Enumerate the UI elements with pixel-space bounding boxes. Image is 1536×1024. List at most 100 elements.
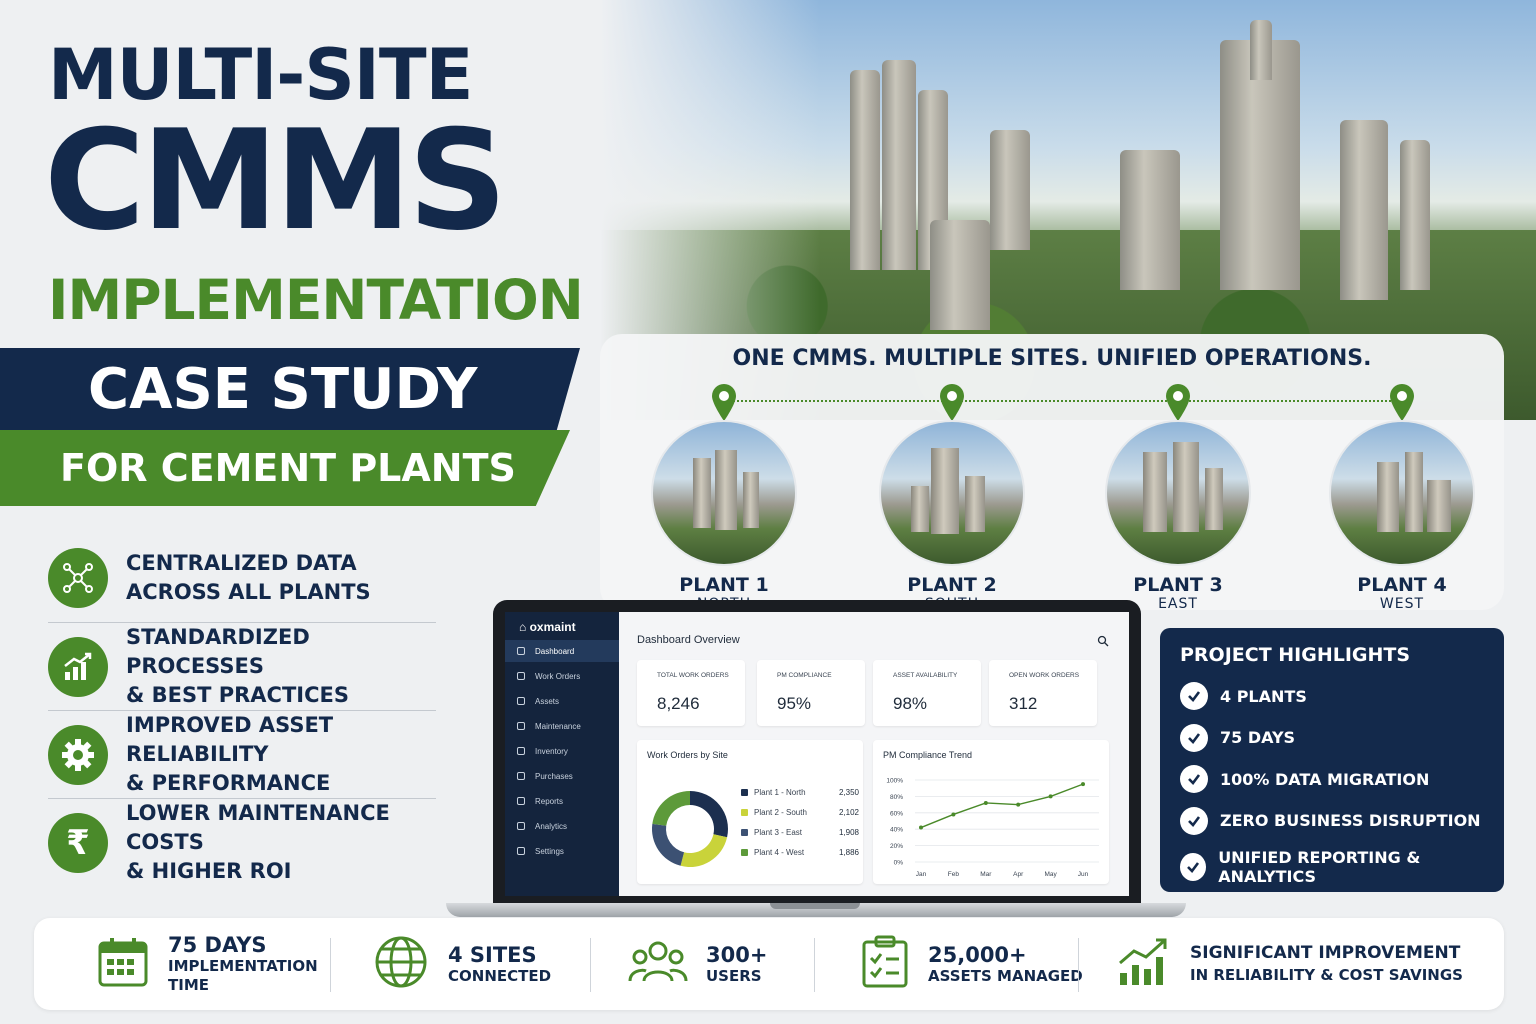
trend-point[interactable]	[1016, 802, 1021, 807]
benefit-item: CENTRALIZED DATA ACROSS ALL PLANTS	[48, 534, 436, 622]
sidebar-item-label: Analytics	[535, 821, 568, 831]
project-highlights: PROJECT HIGHLIGHTS 4 PLANTS 75 DAYS 100% D…	[1160, 628, 1504, 892]
connector-line	[722, 400, 1402, 402]
location-pin-icon	[937, 382, 967, 422]
sidebar-item[interactable]: Assets	[505, 690, 619, 712]
highlight-item: ZERO BUSINESS DISRUPTION	[1180, 806, 1481, 835]
title-line-3: IMPLEMENTATION	[48, 268, 584, 332]
sidebar-item-label: Work Orders	[535, 671, 581, 681]
donut-slice[interactable]	[652, 823, 685, 866]
x-tick-label: Apr	[1013, 871, 1024, 878]
legend-label: Plant 1 - North	[754, 788, 806, 797]
stat-label: USERS	[706, 966, 762, 985]
highlight-item: 4 PLANTS	[1180, 682, 1307, 710]
kpi-value: 8,246	[657, 694, 700, 713]
sidebar-item[interactable]: Dashboard	[505, 640, 619, 662]
silo	[850, 70, 880, 270]
legend-swatch	[741, 809, 748, 816]
growth-chart-icon	[48, 636, 108, 697]
benefit-line: ACROSS ALL PLANTS	[126, 580, 371, 604]
x-tick-label: Feb	[948, 871, 960, 878]
silo	[882, 60, 916, 270]
sidebar-item[interactable]: Settings	[505, 840, 619, 862]
highlight-item: 75 DAYS	[1180, 723, 1295, 752]
plant-name: PLANT 4	[1357, 574, 1447, 596]
stat-label: TIME	[168, 976, 209, 994]
kpi-card[interactable]: PM COMPLIANCE 95%	[757, 660, 865, 726]
menu-icon	[517, 672, 525, 680]
stat-value: 300+	[706, 942, 768, 967]
trend-up-icon	[1116, 935, 1172, 994]
sidebar-item[interactable]: Purchases	[505, 765, 619, 787]
stat-label: ASSETS MANAGED	[928, 966, 1083, 985]
kpi-card[interactable]: TOTAL WORK ORDERS 8,246	[637, 660, 745, 726]
app-logo: ⌂ oxmaint	[519, 620, 576, 634]
highlight-label: UNIFIED REPORTING & ANALYTICS	[1218, 848, 1421, 886]
trend-point[interactable]	[983, 800, 988, 805]
kpi-label: OPEN WORK ORDERS	[1009, 672, 1080, 679]
sidebar-item[interactable]: Work Orders	[505, 665, 619, 687]
divider	[814, 938, 815, 992]
legend-swatch	[741, 849, 748, 856]
y-tick-label: 40%	[890, 827, 903, 834]
donut-slice[interactable]	[680, 834, 728, 867]
plant-photo	[1105, 420, 1251, 566]
silo	[1120, 150, 1180, 290]
stat-label: IN RELIABILITY & COST SAVINGS	[1190, 966, 1463, 984]
sidebar-item[interactable]: Maintenance	[505, 715, 619, 737]
search-icon[interactable]	[1097, 634, 1109, 652]
x-tick-label: Jan	[916, 871, 927, 878]
legend-label: Plant 4 - West	[754, 848, 805, 857]
highlight-label: 100% DATA MIGRATION	[1220, 769, 1430, 789]
rupee-icon: ₹	[48, 812, 108, 873]
donut-slice[interactable]	[652, 791, 690, 826]
plant-location: WEST	[1379, 596, 1425, 612]
stat-value: SIGNIFICANT IMPROVEMENT	[1190, 943, 1461, 963]
plant-name: PLANT 1	[679, 574, 769, 596]
plant-card[interactable]: PLANT 4 WEST	[1322, 382, 1482, 612]
kpi-label: TOTAL WORK ORDERS	[657, 672, 729, 679]
y-tick-label: 20%	[890, 843, 903, 850]
kpi-label: ASSET AVAILABILITY	[893, 672, 958, 679]
x-tick-label: Mar	[980, 871, 992, 878]
benefit-item: IMPROVED ASSET RELIABILITY & PERFORMANCE	[48, 710, 436, 798]
trend-point[interactable]	[1081, 782, 1085, 787]
menu-icon	[517, 697, 525, 705]
kpi-value: 312	[1009, 694, 1038, 713]
plant-card[interactable]: PLANT 1 NORTH	[644, 382, 804, 612]
stat-item: 4 SITES CONNECTED	[372, 918, 551, 1010]
benefit-line: STANDARDIZED PROCESSES	[126, 625, 310, 678]
cement-plants-band: FOR CEMENT PLANTS	[0, 430, 570, 506]
stat-label: CONNECTED	[448, 966, 552, 985]
benefit-item: STANDARDIZED PROCESSES & BEST PRACTICES	[48, 622, 436, 710]
globe-icon	[372, 933, 430, 996]
sidebar-item[interactable]: Inventory	[505, 740, 619, 762]
highlight-label: 4 PLANTS	[1220, 686, 1307, 706]
highlight-item: UNIFIED REPORTING & ANALYTICS	[1180, 848, 1504, 886]
sidebar-item[interactable]: Analytics	[505, 815, 619, 837]
plant-card[interactable]: PLANT 3 EAST	[1098, 382, 1258, 612]
title-line-2: CMMS	[44, 100, 507, 261]
kpi-value: 98%	[893, 694, 928, 713]
legend-item: Plant 1 - North 2,350	[741, 788, 859, 797]
kpi-card[interactable]: ASSET AVAILABILITY 98%	[873, 660, 981, 726]
plant-photo	[1329, 420, 1475, 566]
highlight-label: ZERO BUSINESS DISRUPTION	[1220, 811, 1481, 830]
silo	[930, 220, 990, 330]
trend-point[interactable]	[919, 825, 923, 830]
stat-value: 25,000+	[928, 942, 1027, 967]
trend-point[interactable]	[951, 812, 956, 817]
plant-card[interactable]: PLANT 2 SOUTH	[872, 382, 1032, 612]
trend-point[interactable]	[1048, 794, 1053, 799]
legend-label: Plant 2 - South	[754, 808, 807, 817]
check-icon	[1180, 682, 1208, 710]
kpi-label: PM COMPLIANCE	[777, 672, 832, 679]
app-logo-text: oxmaint	[529, 620, 576, 634]
donut-chart	[652, 791, 728, 867]
divider	[1078, 938, 1079, 992]
sidebar-item[interactable]: Reports	[505, 790, 619, 812]
kpi-card[interactable]: OPEN WORK ORDERS 312	[989, 660, 1097, 726]
donut-slice[interactable]	[690, 791, 728, 838]
stat-item: SIGNIFICANT IMPROVEMENT IN RELIABILITY & …	[1116, 918, 1463, 1010]
check-icon	[1180, 853, 1207, 881]
